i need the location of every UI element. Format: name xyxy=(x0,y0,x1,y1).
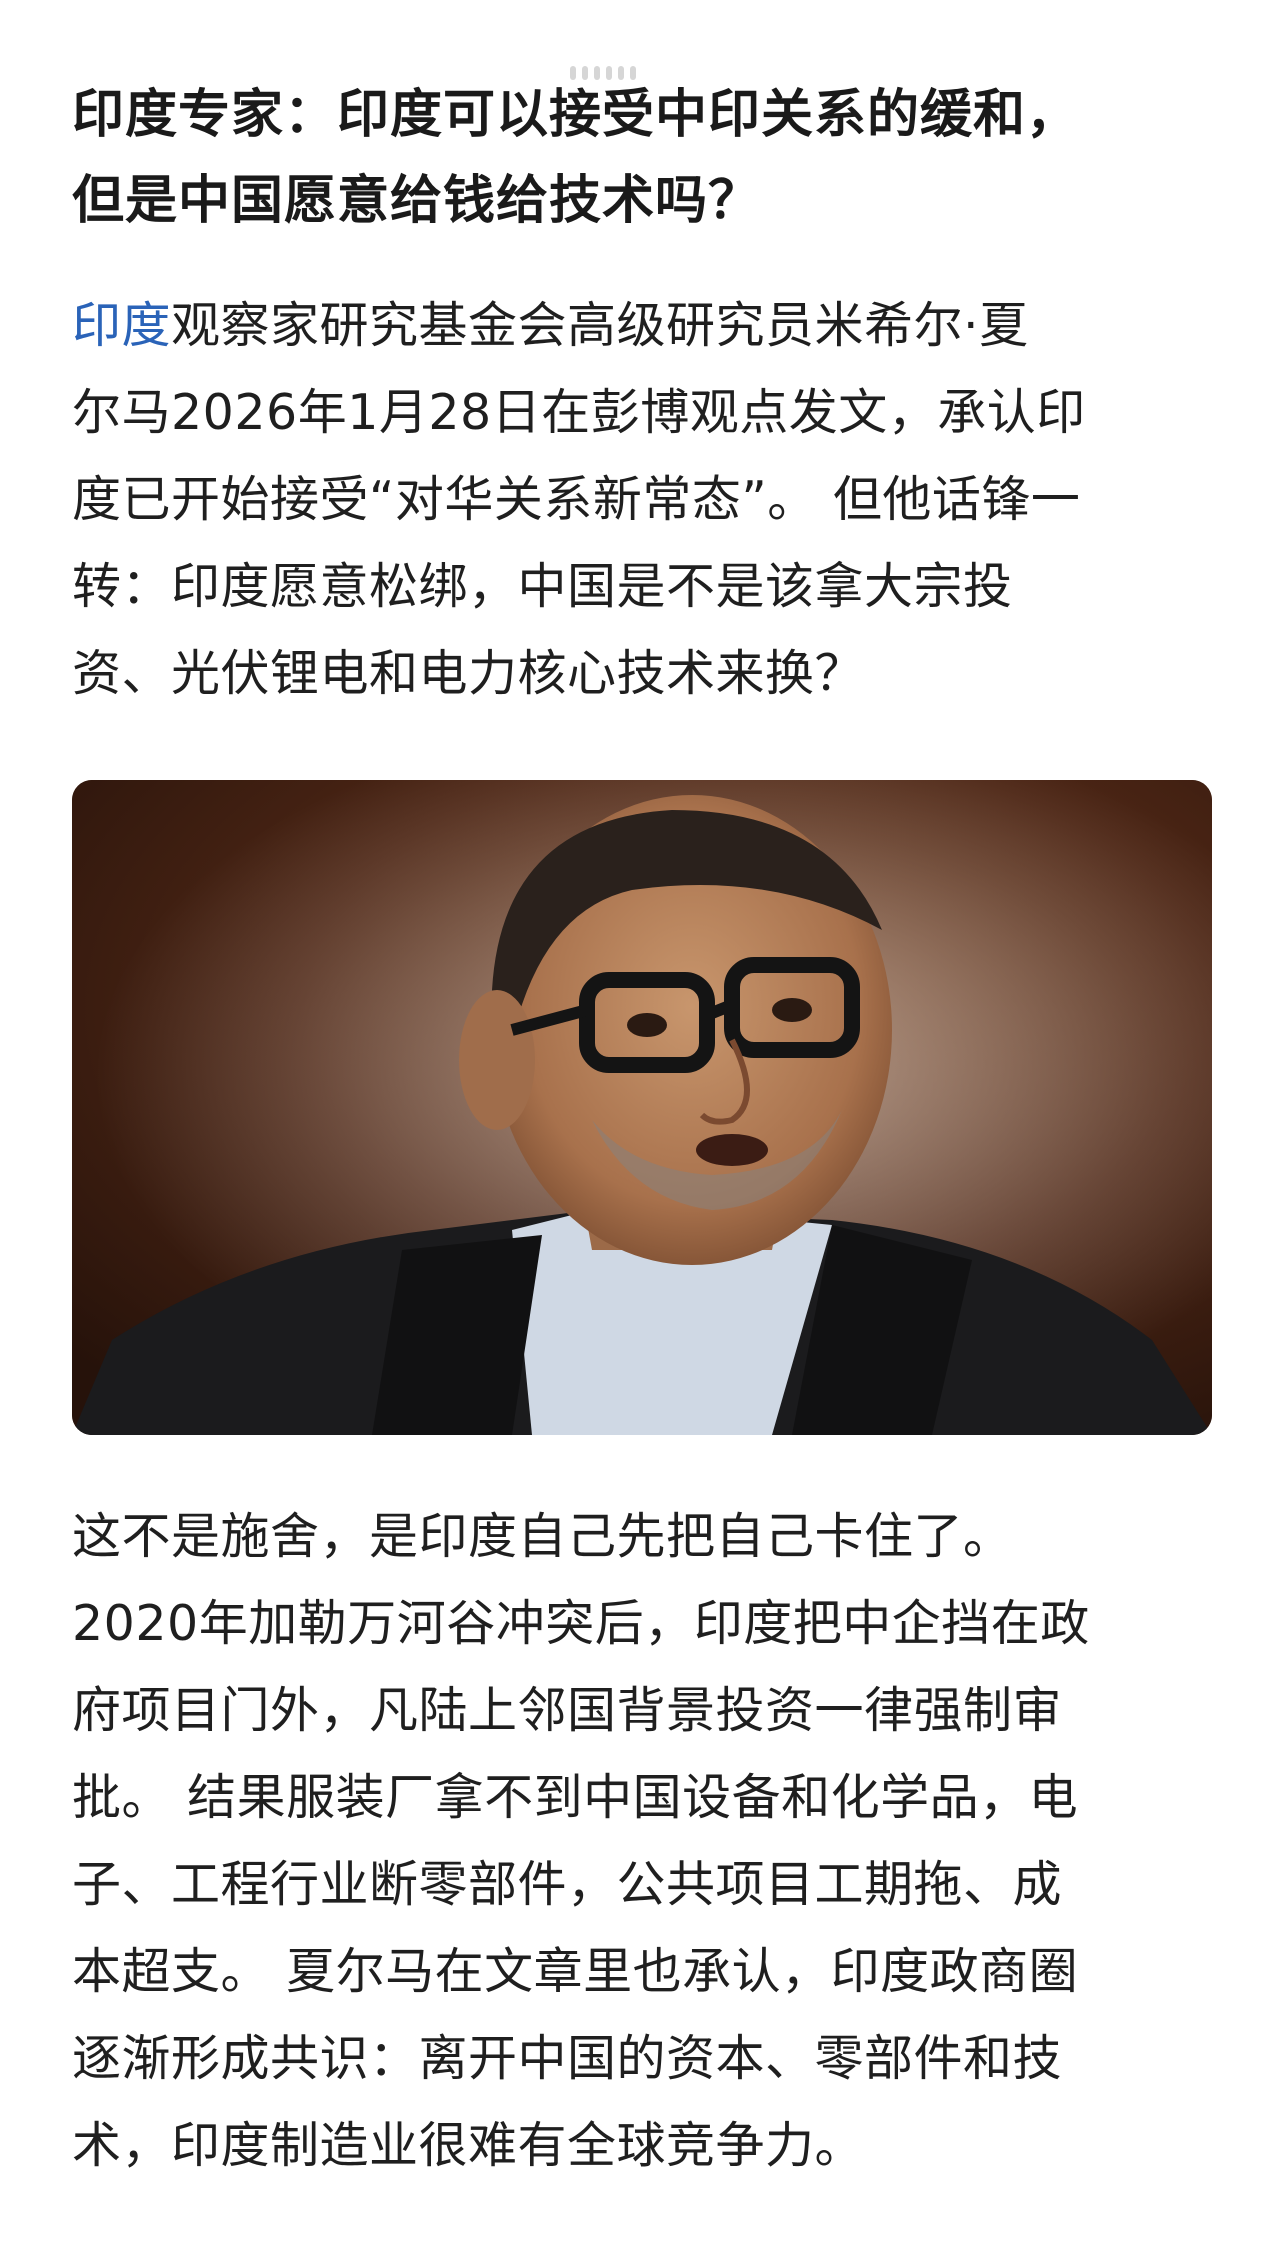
article-title: 印度专家：印度可以接受中印关系的缓和， 但是中国愿意给钱给技术吗？ xyxy=(72,0,1212,244)
paragraph-line-text: 观察家研究基金会高级研究员米希尔·夏 xyxy=(171,297,1029,354)
paragraph-line: 逐渐形成共识：离开中国的资本、零部件和技 xyxy=(72,2030,1063,2087)
portrait-photo[interactable] xyxy=(72,780,1212,1435)
paragraph-line: 尔马2026年1月28日在彭博观点发文，承认印 xyxy=(72,384,1086,441)
analysis-paragraph: 这不是施舍，是印度自己先把自己卡住了。 2020年加勒万河谷冲突后，印度把中企挡… xyxy=(72,1493,1212,2189)
paragraph-line: 2020年加勒万河谷冲突后，印度把中企挡在政 xyxy=(72,1595,1090,1652)
article-container: 印度专家：印度可以接受中印关系的缓和， 但是中国愿意给钱给技术吗？ 印度观察家研… xyxy=(72,0,1212,717)
paragraph-line: 度已开始接受“对华关系新常态”。 但他话锋一 xyxy=(72,471,1081,528)
portrait-illustration xyxy=(72,780,1212,1435)
paragraph-line: 资、光伏锂电和电力核心技术来换？ xyxy=(72,645,865,702)
india-topic-link[interactable]: 印度 xyxy=(72,297,171,354)
title-line: 印度专家：印度可以接受中印关系的缓和， xyxy=(72,85,1080,145)
paragraph-line: 这不是施舍，是印度自己先把自己卡住了。 xyxy=(72,1508,1013,1565)
paragraph-line: 府项目门外，凡陆上邻国背景投资一律强制审 xyxy=(72,1682,1063,1739)
paragraph-line: 转：印度愿意松绑，中国是不是该拿大宗投 xyxy=(72,558,1013,615)
paragraph-line: 术，印度制造业很难有全球竞争力。 xyxy=(72,2117,865,2174)
paragraph-line: 批。 结果服装厂拿不到中国设备和化学品，电 xyxy=(72,1769,1079,1826)
paragraph-line: 印度观察家研究基金会高级研究员米希尔·夏 xyxy=(72,282,1212,369)
intro-paragraph: 印度观察家研究基金会高级研究员米希尔·夏 尔马2026年1月28日在彭博观点发文… xyxy=(72,282,1212,717)
title-line: 但是中国愿意给钱给技术吗？ xyxy=(72,171,762,231)
paragraph-line: 本超支。 夏尔马在文章里也承认，印度政商圈 xyxy=(72,1943,1079,2000)
paragraph-line: 子、工程行业断零部件，公共项目工期拖、成 xyxy=(72,1856,1063,1913)
